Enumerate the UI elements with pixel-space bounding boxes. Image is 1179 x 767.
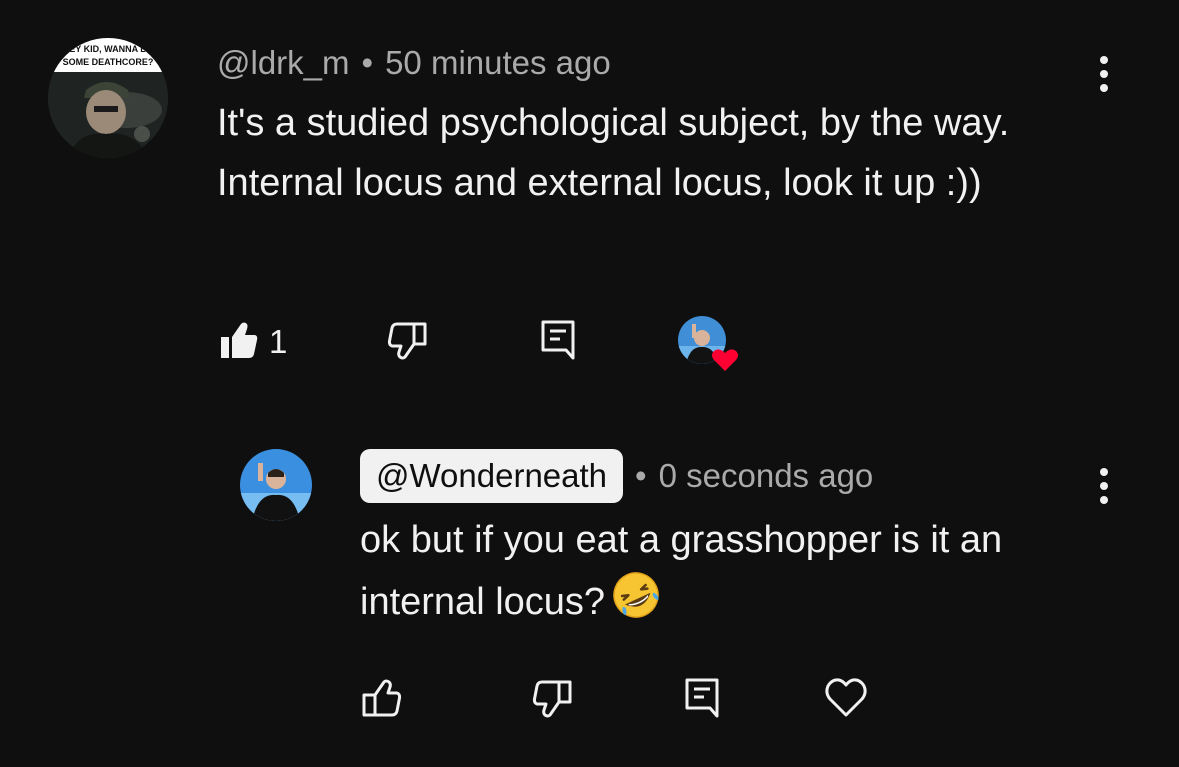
comment-icon <box>684 677 724 724</box>
reply-button[interactable] <box>684 678 724 722</box>
thumbs-up-icon <box>362 678 402 723</box>
creator-heart-icon <box>678 316 740 372</box>
comment-author[interactable]: @ldrk_m <box>217 44 350 82</box>
rolling-on-floor-laughing-emoji <box>611 570 661 638</box>
avatar-caption-line2: SOME DEATHCORE? <box>63 57 154 67</box>
more-vert-icon[interactable] <box>1094 54 1114 94</box>
heart-button[interactable] <box>824 676 868 722</box>
reply-text-block: ok but if you eat a grasshopper is it an… <box>360 510 1080 638</box>
avatar-caption-line1: HEY KID, WANNA BU <box>63 44 154 54</box>
heart-outline-icon <box>824 676 868 723</box>
more-vert-icon[interactable] <box>1094 466 1114 506</box>
reply-button[interactable] <box>540 320 580 364</box>
meta-separator: • <box>361 44 374 81</box>
reply-timestamp[interactable]: 0 seconds ago <box>659 457 874 495</box>
comment-icon <box>540 319 580 366</box>
comment-meta: @ldrk_m • 50 minutes ago <box>217 42 611 84</box>
reply-avatar[interactable] <box>240 449 312 521</box>
reply-author-chip[interactable]: @Wonderneath <box>360 449 624 503</box>
reply-meta: @Wonderneath • 0 seconds ago <box>360 449 873 503</box>
like-button[interactable] <box>362 678 402 722</box>
like-count: 1 <box>269 323 288 360</box>
like-button[interactable]: 1 <box>219 320 287 364</box>
comment-timestamp[interactable]: 50 minutes ago <box>385 44 611 82</box>
reply-text: ok but if you eat a grasshopper is it an… <box>360 519 1003 624</box>
thumbs-down-icon <box>387 320 427 365</box>
thumbs-down-icon <box>532 678 572 723</box>
dislike-button[interactable] <box>387 320 427 364</box>
commenter-avatar[interactable]: HEY KID, WANNA BU SOME DEATHCORE? <box>48 38 168 158</box>
meta-separator: • <box>635 457 647 494</box>
thumbs-up-filled-icon <box>219 320 259 365</box>
comment-text: It's a studied psychological subject, by… <box>217 102 1010 204</box>
dislike-button[interactable] <box>532 678 572 722</box>
